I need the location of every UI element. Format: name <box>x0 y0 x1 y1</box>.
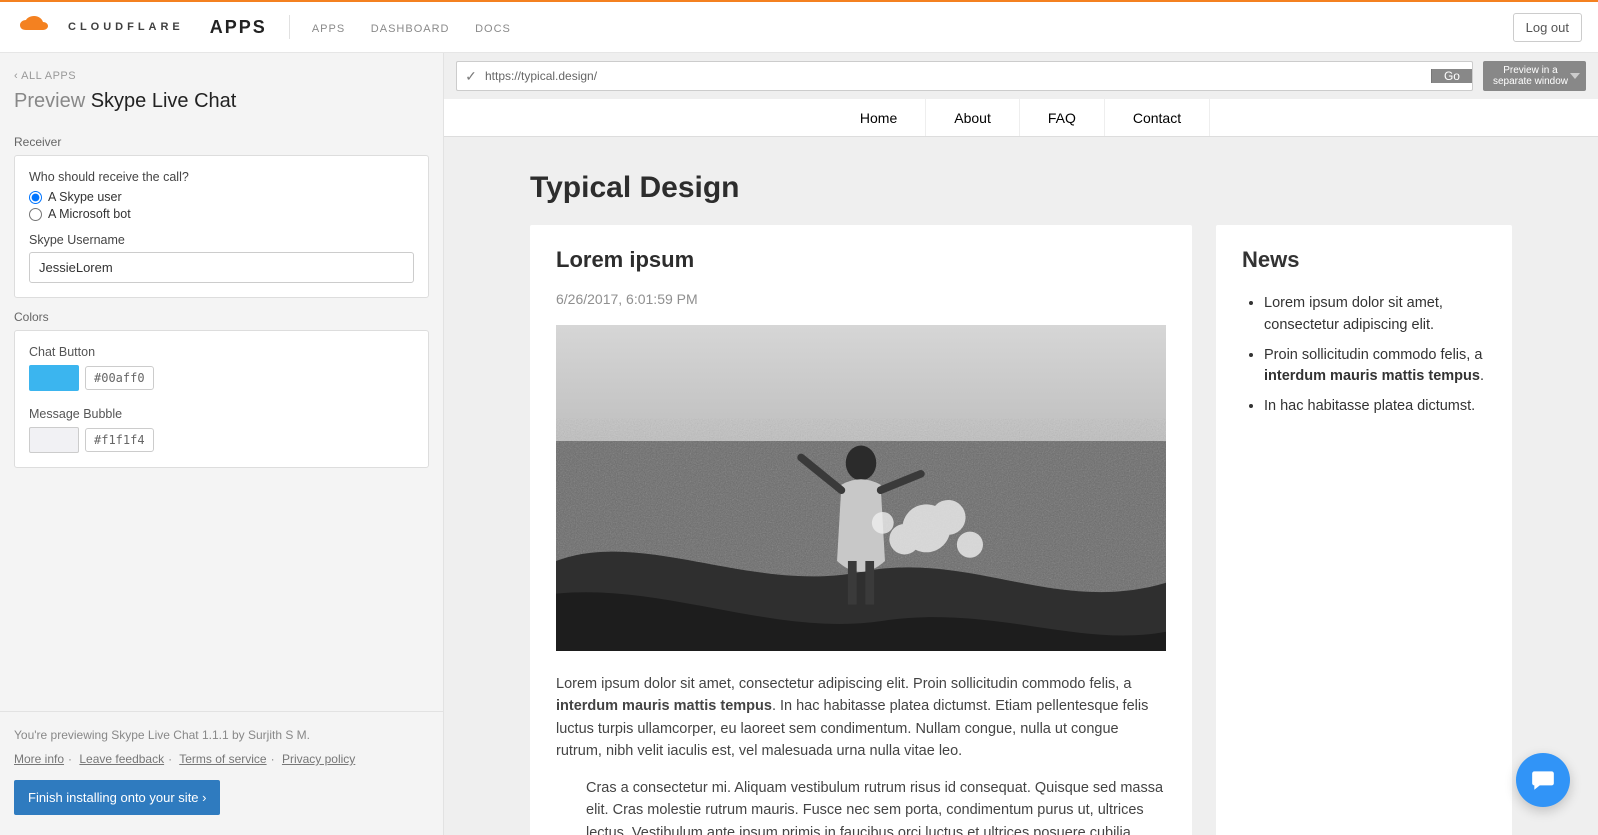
news-item: In hac habitasse platea dictumst. <box>1264 396 1486 418</box>
post-date: 6/26/2017, 6:01:59 PM <box>556 291 1166 307</box>
post-image <box>556 325 1166 651</box>
more-info-link[interactable]: More info <box>14 752 64 766</box>
news-card: News Lorem ipsum dolor sit amet, consect… <box>1216 225 1512 835</box>
chat-button-swatch[interactable] <box>29 365 79 391</box>
post-body: Lorem ipsum dolor sit amet, consectetur … <box>556 673 1166 835</box>
terms-link[interactable]: Terms of service <box>179 752 266 766</box>
colors-panel: Chat Button #00aff0 Message Bubble #f1f1… <box>14 330 429 468</box>
who-label: Who should receive the call? <box>29 170 414 184</box>
app-name: Skype Live Chat <box>91 90 237 112</box>
sidebar-footer: You're previewing Skype Live Chat 1.1.1 … <box>0 711 443 835</box>
sep-l2: separate window <box>1493 76 1568 87</box>
cloud-icon <box>16 16 62 39</box>
message-bubble-hex[interactable]: #f1f1f4 <box>85 428 154 452</box>
radio-skype-input[interactable] <box>29 191 42 204</box>
news-item: Proin sollicitudin commodo felis, a inte… <box>1264 345 1486 389</box>
site-nav-home[interactable]: Home <box>832 99 925 136</box>
privacy-link[interactable]: Privacy policy <box>282 752 355 766</box>
footer-info: You're previewing Skype Live Chat 1.1.1 … <box>14 728 429 742</box>
site-nav: Home About FAQ Contact <box>444 99 1598 137</box>
chat-button-label: Chat Button <box>29 345 414 359</box>
logout-button[interactable]: Log out <box>1513 13 1582 42</box>
username-label: Skype Username <box>29 233 414 247</box>
radio-skype-label: A Skype user <box>48 190 122 204</box>
all-apps-link[interactable]: ALL APPS <box>14 70 76 82</box>
chat-button-hex[interactable]: #00aff0 <box>85 366 154 390</box>
go-button[interactable]: Go <box>1431 69 1472 83</box>
news-item: Lorem ipsum dolor sit amet, consectetur … <box>1264 293 1486 337</box>
brand-word: CLOUDFLARE <box>68 21 184 33</box>
news-title: News <box>1242 247 1486 273</box>
url-bar: ✓ Go <box>456 61 1473 91</box>
footer-links: More info· Leave feedback· Terms of serv… <box>14 752 429 766</box>
receiver-panel: Who should receive the call? A Skype use… <box>14 155 429 298</box>
para1-a: Lorem ipsum dolor sit amet, consectetur … <box>556 676 1131 692</box>
radio-ms-bot[interactable]: A Microsoft bot <box>29 207 414 221</box>
site-nav-contact[interactable]: Contact <box>1104 99 1210 136</box>
preview-area: ✓ Go Preview in a separate window Home A… <box>444 53 1598 835</box>
site-body: Typical Design Lorem ipsum 6/26/2017, 6:… <box>444 137 1598 835</box>
para2: Cras a consectetur mi. Aliquam vestibulu… <box>556 777 1166 835</box>
article-card: Lorem ipsum 6/26/2017, 6:01:59 PM <box>530 225 1192 835</box>
chat-icon <box>1530 767 1556 793</box>
preview-prefix: Preview <box>14 90 91 112</box>
site-nav-faq[interactable]: FAQ <box>1019 99 1104 136</box>
news-list: Lorem ipsum dolor sit amet, consectetur … <box>1242 293 1486 418</box>
site-nav-about[interactable]: About <box>925 99 1019 136</box>
install-button[interactable]: Finish installing onto your site › <box>14 780 220 815</box>
sep-l1: Preview in a <box>1503 65 1557 76</box>
cloudflare-logo[interactable]: CLOUDFLARE <box>16 16 184 39</box>
post-title: Lorem ipsum <box>556 247 1166 273</box>
divider <box>289 15 290 39</box>
receiver-label: Receiver <box>14 123 429 155</box>
username-input[interactable] <box>29 252 414 283</box>
message-bubble-swatch[interactable] <box>29 427 79 453</box>
url-input[interactable] <box>485 69 1431 83</box>
nav-dashboard[interactable]: DASHBOARD <box>371 23 450 35</box>
nav-apps[interactable]: APPS <box>312 23 345 35</box>
sidebar: ALL APPS Preview Skype Live Chat Receive… <box>0 53 444 835</box>
colors-label: Colors <box>14 298 429 330</box>
nav-docs[interactable]: DOCS <box>475 23 511 35</box>
para1-b: interdum mauris mattis tempus <box>556 698 772 714</box>
preview-heading: Preview Skype Live Chat <box>14 90 429 113</box>
chat-fab[interactable] <box>1516 753 1570 807</box>
leave-feedback-link[interactable]: Leave feedback <box>79 752 164 766</box>
radio-bot-label: A Microsoft bot <box>48 207 131 221</box>
check-icon: ✓ <box>457 68 485 85</box>
apps-title[interactable]: APPS <box>210 17 267 38</box>
header-nav: APPS DASHBOARD DOCS <box>312 20 533 35</box>
separate-window-button[interactable]: Preview in a separate window <box>1483 61 1586 91</box>
message-bubble-label: Message Bubble <box>29 407 414 421</box>
header: CLOUDFLARE APPS APPS DASHBOARD DOCS Log … <box>0 2 1598 53</box>
site-title: Typical Design <box>530 171 1512 205</box>
radio-bot-input[interactable] <box>29 208 42 221</box>
radio-skype-user[interactable]: A Skype user <box>29 190 414 204</box>
